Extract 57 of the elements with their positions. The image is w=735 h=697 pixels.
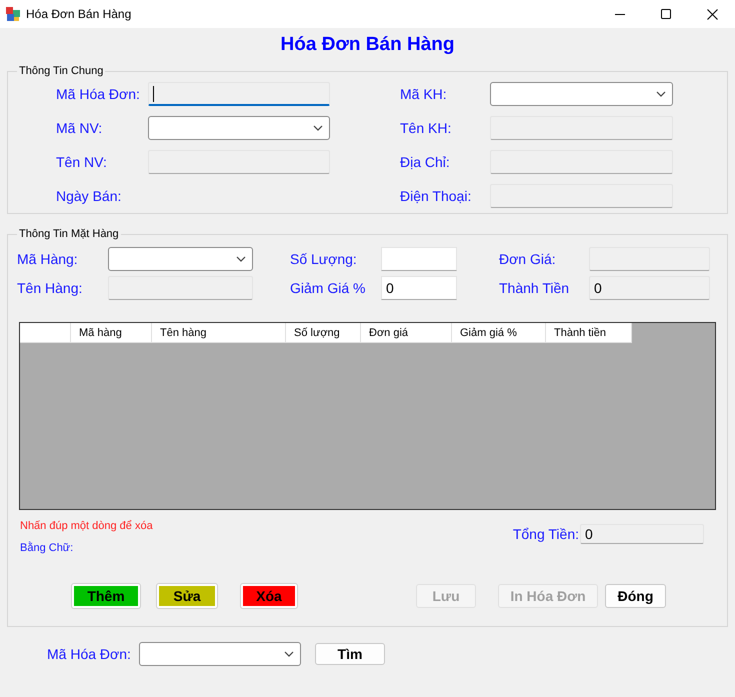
- field-label: Thành Tiền: [499, 280, 570, 296]
- text-field[interactable]: [381, 247, 457, 271]
- field-label: Tên KH:: [400, 120, 452, 136]
- form-heading: Hóa Đơn Bán Hàng: [280, 33, 456, 57]
- app-icon: [6, 7, 20, 21]
- dropdown[interactable]: [148, 116, 330, 140]
- field-label: Tên Hàng:: [17, 280, 82, 296]
- dropdown[interactable]: [108, 247, 253, 271]
- action-button[interactable]: Sửa: [157, 584, 217, 608]
- dropdown[interactable]: [490, 82, 673, 106]
- text-field[interactable]: [490, 150, 673, 174]
- field-label: Số Lượng:: [290, 251, 357, 267]
- hint-text: Nhấn đúp một dòng để xóa: [20, 520, 153, 532]
- column-header[interactable]: Số lượng: [286, 323, 361, 343]
- field-label: Tổng Tiền:: [512, 526, 579, 542]
- field-label: Bằng Chữ:: [20, 542, 74, 554]
- field-label: Ngày Bán:: [56, 188, 122, 204]
- dropdown[interactable]: [139, 642, 301, 666]
- text-field[interactable]: 0: [580, 524, 704, 544]
- row-header-corner: [20, 323, 71, 343]
- text-field[interactable]: 0: [589, 276, 710, 300]
- maximize-icon[interactable]: [661, 9, 671, 19]
- chevron-icon: [284, 651, 294, 657]
- column-header[interactable]: Thành tiền: [546, 323, 632, 343]
- field-label: Địa Chỉ:: [400, 154, 451, 170]
- text-field[interactable]: [108, 276, 253, 300]
- field-label: Tên NV:: [56, 154, 108, 170]
- group-title: Thông Tin Chung: [18, 65, 104, 77]
- field-label: Mã Hóa Đơn:: [47, 646, 132, 662]
- field-label: Điện Thoại:: [400, 188, 472, 204]
- text-field[interactable]: [589, 247, 710, 271]
- field-label: Mã Hóa Đơn:: [56, 86, 141, 102]
- chevron-icon: [236, 256, 246, 262]
- column-header[interactable]: Mã hàng: [71, 323, 152, 343]
- window-title: Hóa Đơn Bán Hàng: [26, 7, 132, 21]
- field-label: Mã NV:: [56, 120, 104, 136]
- chevron-icon: [313, 125, 323, 131]
- field-label: Giảm Giá %: [290, 280, 366, 296]
- close-icon[interactable]: [706, 8, 718, 20]
- group-title: Thông Tin Mặt Hàng: [18, 228, 120, 240]
- field-label: Mã KH:: [400, 86, 448, 102]
- text-field[interactable]: [490, 116, 673, 140]
- action-button[interactable]: Đóng: [605, 584, 666, 608]
- text-field[interactable]: [148, 150, 330, 174]
- text-cursor: [153, 86, 154, 102]
- column-header[interactable]: Tên hàng: [152, 323, 286, 343]
- column-header[interactable]: Giảm giá %: [452, 323, 546, 343]
- chevron-icon: [656, 91, 666, 97]
- action-button[interactable]: Thêm: [72, 584, 140, 608]
- field-label: Mã Hàng:: [17, 251, 78, 267]
- search-button[interactable]: Tìm: [315, 643, 385, 665]
- text-field[interactable]: 0: [381, 276, 457, 300]
- text-field[interactable]: [148, 82, 330, 106]
- text-field[interactable]: [490, 184, 673, 208]
- field-label: Đơn Giá:: [499, 251, 556, 267]
- column-header[interactable]: Đơn giá: [361, 323, 452, 343]
- action-button[interactable]: Xóa: [241, 584, 297, 608]
